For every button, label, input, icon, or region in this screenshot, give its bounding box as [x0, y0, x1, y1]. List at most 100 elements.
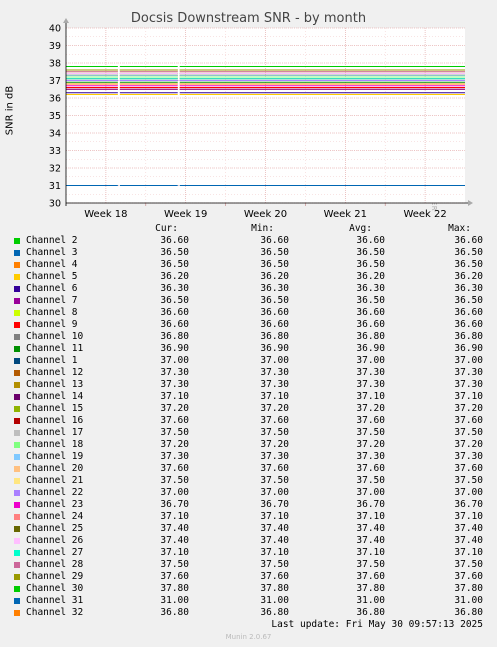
legend-min-value: 37.50	[260, 559, 289, 570]
legend-series-name: Channel 27	[26, 547, 84, 558]
legend-row: Channel 7 36.50 36.50 36.50 36.50	[0, 295, 497, 307]
legend-swatch	[14, 514, 20, 520]
legend-swatch	[14, 526, 20, 532]
legend-min-value: 37.00	[260, 355, 289, 366]
legend-cur-value: 36.30	[160, 283, 189, 294]
legend-series-name: Channel 30	[26, 583, 84, 594]
legend-cur-value: 37.50	[160, 427, 189, 438]
legend-cur-value: 36.60	[160, 319, 189, 330]
legend-cur-value: 37.20	[160, 403, 189, 414]
legend-min-value: 37.10	[260, 547, 289, 558]
legend-min-value: 36.50	[260, 259, 289, 270]
legend-row: Channel 2 36.60 36.60 36.60 36.60	[0, 235, 497, 247]
legend-series-name: Channel 9	[26, 319, 78, 330]
legend-header: Cur: Min: Avg: Max:	[0, 223, 497, 235]
y-tick-label: 32	[49, 164, 61, 175]
legend-cur-value: 37.10	[160, 391, 189, 402]
legend-min-value: 37.00	[260, 487, 289, 498]
legend-min-value: 37.40	[260, 535, 289, 546]
legend-max-value: 37.10	[454, 511, 483, 522]
legend-max-value: 37.50	[454, 475, 483, 486]
legend-series-name: Channel 11	[26, 343, 84, 354]
y-tick-label: 33	[49, 146, 61, 157]
legend-cur-value: 36.50	[160, 247, 189, 258]
legend-row: Channel 21 37.50 37.50 37.50 37.50	[0, 475, 497, 487]
legend-swatch	[14, 334, 20, 340]
legend-avg-value: 36.50	[356, 247, 385, 258]
legend-swatch	[14, 262, 20, 268]
legend-max-value: 37.20	[454, 403, 483, 414]
legend-avg-value: 36.50	[356, 259, 385, 270]
x-tick-label: Week 19	[164, 209, 207, 220]
legend-avg-value: 36.70	[356, 499, 385, 510]
legend-swatch	[14, 286, 20, 292]
legend-max-value: 36.90	[454, 343, 483, 354]
legend-swatch	[14, 346, 20, 352]
legend-row: Channel 29 37.60 37.60 37.60 37.60	[0, 571, 497, 583]
legend-swatch	[14, 418, 20, 424]
legend-max-value: 37.30	[454, 451, 483, 462]
legend-cur-value: 37.40	[160, 535, 189, 546]
legend-series-name: Channel 22	[26, 487, 84, 498]
legend-row: Channel 3 36.50 36.50 36.50 36.50	[0, 247, 497, 259]
legend-row: Channel 4 36.50 36.50 36.50 36.50	[0, 259, 497, 271]
legend-series-name: Channel 29	[26, 571, 84, 582]
legend-max-value: 36.30	[454, 283, 483, 294]
legend-swatch	[14, 562, 20, 568]
x-axis-arrow	[468, 200, 473, 206]
legend-avg-value: 37.10	[356, 391, 385, 402]
legend-avg-value: 36.60	[356, 307, 385, 318]
legend-series-name: Channel 25	[26, 523, 84, 534]
legend-row: Channel 20 37.60 37.60 37.60 37.60	[0, 463, 497, 475]
legend-swatch	[14, 394, 20, 400]
legend-swatch	[14, 358, 20, 364]
legend-min-value: 37.30	[260, 379, 289, 390]
legend-cur-value: 37.20	[160, 439, 189, 450]
legend-max-value: 36.50	[454, 247, 483, 258]
legend-min-value: 37.50	[260, 475, 289, 486]
legend-row: Channel 23 36.70 36.70 36.70 36.70	[0, 499, 497, 511]
legend-max-value: 31.00	[454, 595, 483, 606]
legend-max-value: 37.00	[454, 355, 483, 366]
legend-min-value: 36.70	[260, 499, 289, 510]
legend-min-value: 36.60	[260, 235, 289, 246]
legend-avg-value: 37.20	[356, 403, 385, 414]
legend-avg-value: 37.40	[356, 523, 385, 534]
legend-swatch	[14, 610, 20, 616]
legend-cur-value: 36.50	[160, 259, 189, 270]
legend-series-name: Channel 31	[26, 595, 84, 606]
legend-avg-value: 37.40	[356, 535, 385, 546]
legend-row: Channel 14 37.10 37.10 37.10 37.10	[0, 391, 497, 403]
legend-max-value: 36.20	[454, 271, 483, 282]
cur-header: Cur:	[155, 223, 178, 234]
y-tick-label: 40	[49, 24, 61, 35]
legend-avg-value: 37.50	[356, 559, 385, 570]
legend-avg-value: 37.00	[356, 355, 385, 366]
legend-min-value: 36.50	[260, 295, 289, 306]
legend-min-value: 36.80	[260, 607, 289, 618]
legend-series-name: Channel 26	[26, 535, 84, 546]
legend-row: Channel 15 37.20 37.20 37.20 37.20	[0, 403, 497, 415]
legend-row: Channel 26 37.40 37.40 37.40 37.40	[0, 535, 497, 547]
legend-min-value: 36.50	[260, 247, 289, 258]
legend-series-name: Channel 28	[26, 559, 84, 570]
legend-swatch	[14, 598, 20, 604]
max-header: Max:	[448, 223, 471, 234]
legend-min-value: 37.60	[260, 463, 289, 474]
legend-avg-value: 37.50	[356, 475, 385, 486]
legend-series-name: Channel 12	[26, 367, 84, 378]
legend-row: Channel 11 36.90 36.90 36.90 36.90	[0, 343, 497, 355]
legend-avg-value: 37.10	[356, 511, 385, 522]
legend-series-name: Channel 1	[26, 355, 78, 366]
legend-cur-value: 37.10	[160, 511, 189, 522]
legend-series-name: Channel 7	[26, 295, 78, 306]
x-tick-label: Week 20	[244, 209, 287, 220]
legend-series-name: Channel 15	[26, 403, 84, 414]
legend-swatch	[14, 430, 20, 436]
legend-avg-value: 37.20	[356, 439, 385, 450]
legend-avg-value: 31.00	[356, 595, 385, 606]
legend-series-name: Channel 14	[26, 391, 84, 402]
legend-min-value: 36.60	[260, 307, 289, 318]
legend-avg-value: 37.10	[356, 547, 385, 558]
legend-cur-value: 37.50	[160, 559, 189, 570]
